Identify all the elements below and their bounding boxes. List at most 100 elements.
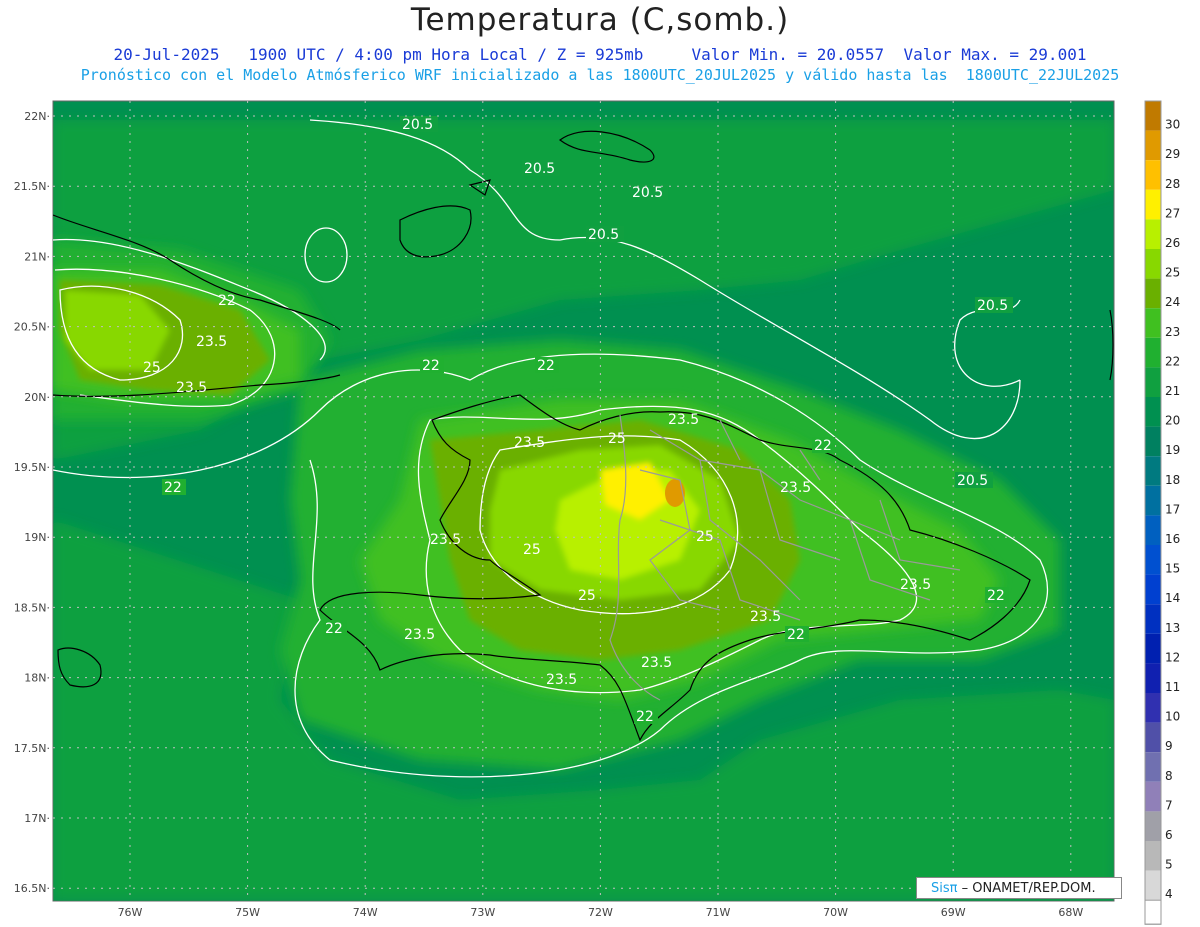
legend-swatch [1145,663,1161,693]
color-legend: 30 29 28 27 26 25 24 23 22 21 20 19 18 17 16 15 14 13 12 11… [1144,100,1180,925]
isotherm-label: 23.5 [780,480,811,496]
isotherm-label: 23.5 [546,672,577,688]
legend-label: 19 [1165,443,1180,457]
legend-swatch [1145,545,1161,575]
legend-label: 26 [1165,236,1180,250]
longitude-tick-label: 68W [1058,906,1083,919]
longitude-tick-label: 75W [235,906,260,919]
legend-swatch [1145,160,1161,190]
legend-label: 18 [1165,473,1180,487]
isotherm-label: 20.5 [632,185,663,201]
legend-label: 12 [1165,650,1180,664]
latitude-tick-label: 21N· [24,250,50,263]
legend-swatch [1145,130,1161,161]
isotherm-label: 20.5 [957,473,988,489]
isotherm-label: 23.5 [668,412,699,428]
legend-swatch [1145,604,1161,634]
legend-label: 7 [1165,798,1173,812]
legend-swatch [1145,693,1161,723]
isotherm-label: 22 [636,709,654,725]
longitude-tick-label: 70W [823,906,848,919]
legend-swatch [1145,456,1161,486]
legend-label: 23 [1165,325,1180,339]
legend-label: 14 [1165,591,1180,605]
legend-label: 30 [1165,118,1180,132]
latitude-tick-label: 21.5N· [14,180,50,193]
isotherm-label: 23.5 [750,609,781,625]
isotherm-label: 23.5 [514,435,545,451]
isotherm-label: 23.5 [641,655,672,671]
latitude-tick-label: 18.5N· [14,601,50,614]
longitude-tick-label: 73W [470,906,495,919]
latitude-tick-label: 17N· [24,812,50,825]
isotherm-label: 22 [537,358,555,374]
latitude-tick-label: 20.5N· [14,321,50,334]
latitude-tick-label: 19.5N· [14,461,50,474]
legend-swatch [1145,397,1161,427]
isotherm-label: 25 [608,431,626,447]
legend-swatch [1145,722,1161,753]
isotherm-label: 22 [325,621,343,637]
isotherm-label: 22 [987,588,1005,604]
legend-swatch [1145,574,1161,605]
legend-swatch [1145,219,1161,249]
legend-swatch [1145,426,1161,457]
legend-label: 25 [1165,266,1180,280]
latitude-tick-label: 20N· [24,391,50,404]
isotherm-label: 20.5 [524,161,555,177]
legend-label: 9 [1165,739,1173,753]
legend-swatch [1145,278,1161,309]
isotherm-label: 22 [164,480,182,496]
legend-swatch [1145,249,1161,279]
credit-brand: Sisπ [931,881,958,896]
legend-label: 17 [1165,502,1180,516]
legend-label: 29 [1165,147,1180,161]
legend-swatch [1145,870,1161,901]
legend-swatch [1145,633,1161,664]
latitude-tick-label: 18N· [24,672,50,685]
isotherm-label: 25 [696,529,714,545]
latitude-tick-label: 17.5N· [14,742,50,755]
legend-swatch [1145,841,1161,871]
isotherm-label: 23.5 [196,334,227,350]
isotherm-label: 23.5 [404,627,435,643]
legend-swatch [1145,811,1161,841]
legend-label: 4 [1165,887,1173,901]
isotherm-label: 22 [422,358,440,374]
credit-text: – ONAMET/REP.DOM. [961,881,1096,896]
legend-swatch [1145,101,1161,131]
legend-label: 22 [1165,354,1180,368]
isotherm-label: 20.5 [977,298,1008,314]
isotherm-label: 23.5 [430,532,461,548]
legend-swatch [1145,367,1161,397]
latitude-tick-label: 19N· [24,531,50,544]
legend-label: 16 [1165,532,1180,546]
legend-label: 6 [1165,828,1173,842]
legend-label: 13 [1165,621,1180,635]
legend-label: 20 [1165,414,1180,428]
isotherm-label: 20.5 [402,117,433,133]
longitude-tick-label: 74W [353,906,378,919]
legend-label: 24 [1165,295,1180,309]
legend-label: 11 [1165,680,1180,694]
isotherm-label: 23.5 [176,380,207,396]
isotherm-label: 25 [523,542,541,558]
latitude-axis: 22N· 21.5N· 21N· 20.5N· 20N· 19.5N· 19N· 18.5N·… [14,110,50,895]
legend-swatch [1145,189,1161,220]
latitude-tick-label: 22N· [24,110,50,123]
isotherm-label: 20.5 [588,227,619,243]
legend-swatch [1145,308,1161,338]
legend-label: 21 [1165,384,1180,398]
legend-swatch [1145,485,1161,516]
temperature-map: 20.5 20.5 20.5 20.5 20.5 20.5 22 22 22 2… [14,100,1180,925]
legend-swatch [1145,515,1161,545]
legend-label: 27 [1165,206,1180,220]
longitude-tick-label: 71W [706,906,731,919]
legend-label: 10 [1165,710,1180,724]
longitude-tick-label: 72W [588,906,613,919]
isotherm-label: 22 [814,438,832,454]
isotherm-label: 22 [218,293,236,309]
isotherm-label: 22 [787,627,805,643]
legend-swatch [1145,752,1161,782]
legend-swatch [1144,899,1162,925]
